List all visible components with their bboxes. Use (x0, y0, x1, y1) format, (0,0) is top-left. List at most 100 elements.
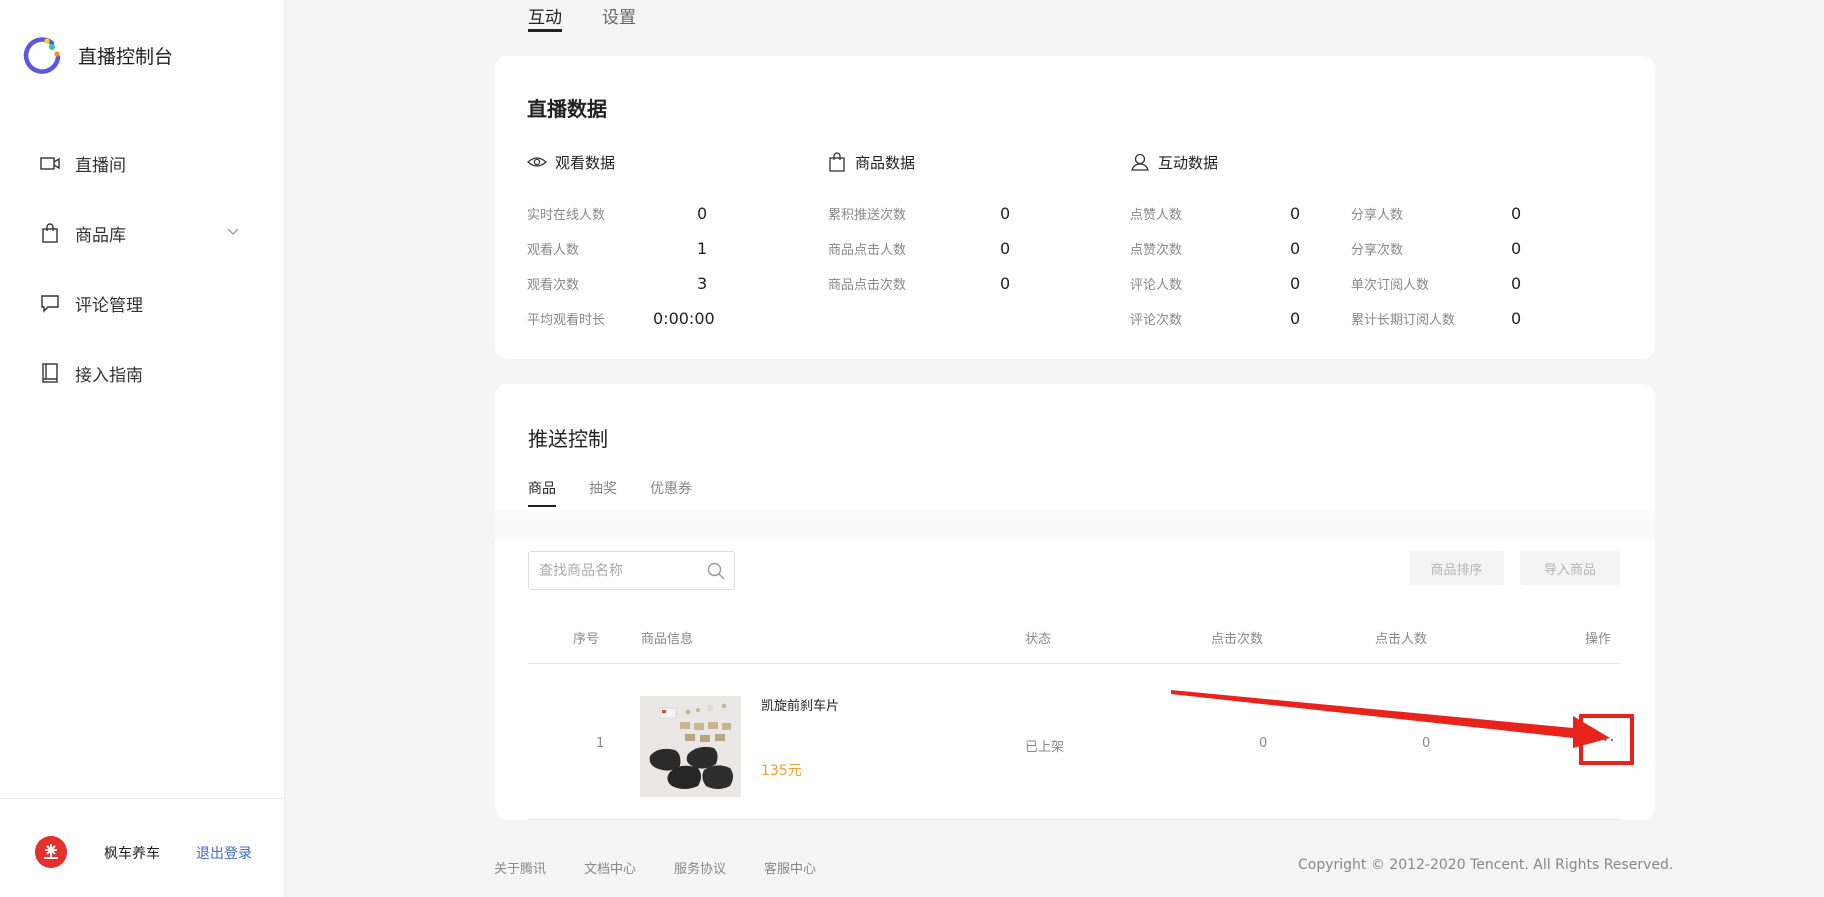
product-name[interactable]: 凯旋前刹车片 (761, 695, 839, 714)
metric-row: 商品点击次数 0 (828, 273, 1010, 293)
metric-label: 实时在线人数 (527, 207, 606, 223)
footer-link-about[interactable]: 关于腾讯 (494, 858, 546, 877)
footer-link-terms[interactable]: 服务协议 (674, 858, 726, 877)
product-price: 135元 (761, 763, 802, 779)
metric-value: 3 (697, 274, 708, 293)
footer-links: 关于腾讯 文档中心 服务协议 客服中心 (494, 858, 854, 877)
product-search (528, 551, 735, 590)
avatar[interactable] (35, 836, 67, 868)
metric-row: 商品点击人数 0 (828, 238, 1010, 258)
metric-label: 评论人数 (1130, 277, 1183, 293)
live-stats-card: 直播数据 观看数据 实时在线人数 0 观看人数 1 观看次数 3 平均观看时长 … (495, 56, 1655, 359)
metric-row: 累计长期订阅人数 0 (1351, 308, 1521, 328)
metric-label: 点赞次数 (1130, 242, 1183, 258)
brake-pads-image (640, 696, 741, 797)
sidebar-item-comment-management[interactable]: 评论管理 (0, 268, 285, 338)
tab-interaction[interactable]: 互动 (528, 0, 562, 34)
sidebar-item-access-guide[interactable]: 接入指南 (0, 338, 285, 408)
shopping-bag-icon (829, 152, 845, 172)
column-header: 点击人数 (1375, 632, 1428, 647)
metric-value: 0 (1000, 239, 1011, 258)
row-index: 1 (596, 736, 605, 751)
metric-label: 观看人数 (527, 242, 580, 258)
shopping-bag-icon (42, 223, 58, 243)
metric-label: 单次订阅人数 (1351, 277, 1430, 293)
sidebar-item-product-library[interactable]: 商品库 (0, 198, 285, 268)
eye-icon (527, 157, 547, 167)
metric-row: 观看人数 1 (527, 238, 707, 258)
search-icon[interactable] (706, 561, 726, 581)
metric-value: 0 (1511, 274, 1522, 293)
group-title: 互动数据 (1158, 153, 1219, 172)
metric-value: 0 (1000, 204, 1011, 223)
status-badge: 已上架 (1025, 740, 1065, 755)
metric-value: 1 (697, 239, 708, 258)
brand: 直播控制台 (22, 35, 173, 75)
group-header: 观看数据 (527, 152, 615, 172)
metric-value: 0 (1511, 239, 1522, 258)
copyright: Copyright © 2012-2020 Tencent. All Right… (1298, 857, 1674, 873)
group-title: 观看数据 (555, 153, 616, 172)
user-icon (1131, 153, 1149, 171)
metric-row: 分享人数 0 (1351, 203, 1521, 223)
metric-row: 观看次数 3 (527, 273, 707, 293)
interaction-data-group: 互动数据 (1130, 152, 1218, 172)
metric-row: 累积推送次数 0 (828, 203, 1010, 223)
more-actions-button[interactable]: ··· (1590, 725, 1622, 757)
metric-row: 单次订阅人数 0 (1351, 273, 1521, 293)
product-thumbnail[interactable] (640, 696, 741, 797)
sidebar-nav: 直播间 商品库 评论管理 接入指南 (0, 128, 285, 408)
click-count: 0 (1259, 736, 1268, 751)
metric-value: 0 (1290, 239, 1301, 258)
column-header: 状态 (1025, 632, 1052, 647)
push-tabs: 商品 抽奖 优惠券 (528, 478, 725, 507)
tab-strip (495, 510, 1655, 540)
section-title: 直播数据 (527, 97, 607, 121)
logout-link[interactable]: 退出登录 (196, 843, 252, 863)
sidebar-item-live-room[interactable]: 直播间 (0, 128, 285, 198)
group-header: 商品数据 (827, 152, 915, 172)
metric-value: 0 (1290, 274, 1301, 293)
metric-row: 点赞次数 0 (1130, 238, 1300, 258)
sort-products-button[interactable]: 商品排序 (1409, 551, 1504, 585)
tab-products[interactable]: 商品 (528, 478, 556, 507)
metric-value: 0 (1290, 204, 1301, 223)
top-tabs: 互动 设置 (528, 0, 676, 34)
footer-link-support[interactable]: 客服中心 (764, 858, 816, 877)
metric-label: 商品点击人数 (828, 242, 907, 258)
metric-value: 0 (1511, 204, 1522, 223)
metric-label: 评论次数 (1130, 312, 1183, 328)
user-panel: 枫车养车 退出登录 (0, 798, 285, 897)
metric-row: 评论次数 0 (1130, 308, 1300, 328)
metric-label: 平均观看时长 (527, 312, 606, 328)
sidebar: 直播控制台 直播间 商品库 评论管理 接入指南 枫车养车 退出登录 (0, 0, 285, 897)
tab-lottery[interactable]: 抽奖 (589, 478, 617, 498)
metric-row: 评论人数 0 (1130, 273, 1300, 293)
watch-data-group: 观看数据 (527, 152, 615, 172)
metric-row: 实时在线人数 0 (527, 203, 707, 223)
metric-value: 0 (1000, 274, 1011, 293)
video-camera-icon (40, 157, 60, 170)
metric-label: 累积推送次数 (828, 207, 907, 223)
tab-settings[interactable]: 设置 (602, 0, 636, 34)
footer-link-docs[interactable]: 文档中心 (584, 858, 636, 877)
metric-label: 观看次数 (527, 277, 580, 293)
metric-label: 分享人数 (1351, 207, 1404, 223)
push-control-card: 推送控制 商品 抽奖 优惠券 商品排序 导入商品 序号 商品信息 状态 点击次数… (495, 384, 1655, 820)
metric-row: 平均观看时长 0:00:00 (527, 308, 715, 328)
metric-label: 分享次数 (1351, 242, 1404, 258)
metric-label: 累计长期订阅人数 (1351, 312, 1456, 328)
column-header: 商品信息 (641, 632, 694, 647)
brand-logo-icon (23, 37, 61, 74)
app-title: 直播控制台 (78, 45, 174, 68)
tab-coupons[interactable]: 优惠券 (650, 478, 692, 498)
sidebar-item-label: 接入指南 (75, 365, 143, 386)
sidebar-item-label: 评论管理 (75, 295, 143, 316)
metric-label: 点赞人数 (1130, 207, 1183, 223)
metric-value: 0 (697, 204, 708, 223)
chevron-down-icon[interactable] (225, 223, 241, 239)
goods-data-group: 商品数据 (827, 152, 915, 172)
sidebar-item-label: 直播间 (75, 155, 126, 176)
search-input[interactable] (529, 552, 689, 589)
import-products-button[interactable]: 导入商品 (1520, 551, 1620, 585)
